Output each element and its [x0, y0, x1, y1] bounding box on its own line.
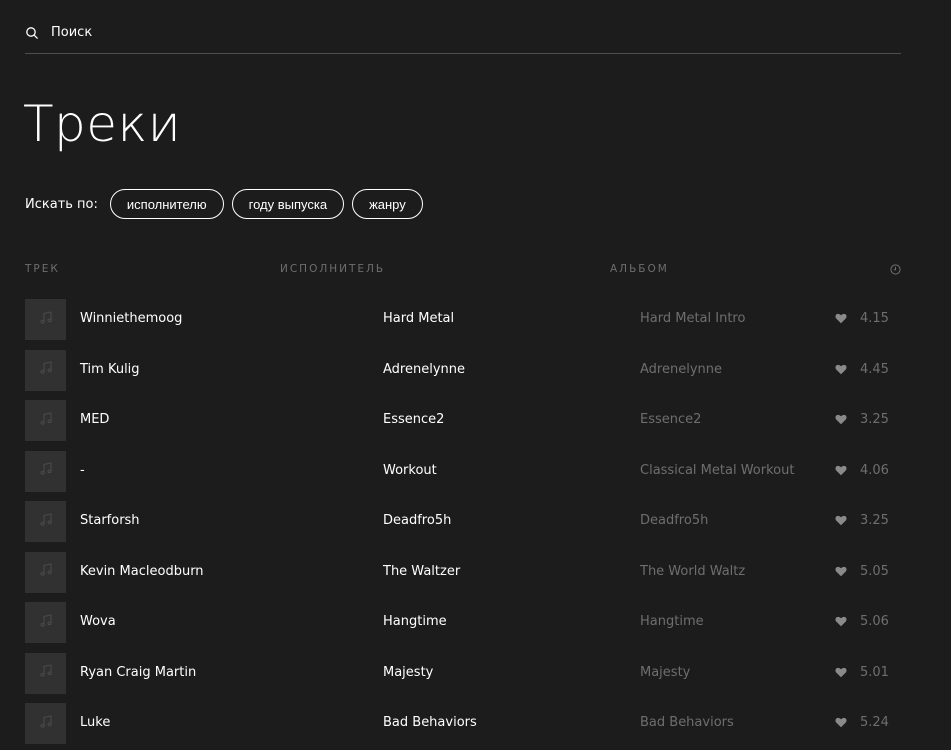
music-note-icon [38, 512, 54, 532]
track-artist[interactable]: Adrenelynne [383, 362, 465, 377]
track-title[interactable]: Wova [80, 614, 116, 629]
track-cover [25, 450, 66, 492]
heart-icon[interactable] [835, 313, 847, 324]
track-duration: 5.01 [860, 664, 889, 680]
track-cover [25, 299, 66, 340]
track-artist[interactable]: Bad Behaviors [383, 715, 477, 730]
search-filters: Искать по: исполнителю году выпуска жанр… [25, 188, 423, 220]
heart-icon[interactable] [835, 667, 847, 678]
music-note-icon [38, 613, 54, 633]
track-album[interactable]: Majesty [640, 665, 690, 680]
filter-by-artist-button[interactable]: исполнителю [109, 189, 224, 219]
track-album[interactable]: Bad Behaviors [640, 715, 734, 730]
music-note-icon [38, 310, 54, 330]
page-title: Треки [23, 95, 182, 153]
music-note-icon [38, 461, 54, 481]
track-cover [25, 703, 66, 744]
track-row[interactable]: Winniethemoog Hard Metal Hard Metal Intr… [25, 299, 901, 340]
track-row[interactable]: Tim Kulig Adrenelynne Adrenelynne 4.45 [25, 349, 901, 391]
track-album[interactable]: Essence2 [640, 412, 701, 427]
track-artist[interactable]: Hangtime [383, 614, 447, 629]
track-cover [25, 551, 66, 593]
music-note-icon [38, 411, 54, 431]
track-row[interactable]: Ryan Craig Martin Majesty Majesty 5.01 [25, 652, 901, 694]
track-title[interactable]: Kevin Macleodburn [80, 564, 204, 579]
heart-icon[interactable] [835, 414, 847, 425]
track-title[interactable]: Winniethemoog [80, 311, 182, 326]
filters-label: Искать по: [25, 196, 98, 212]
track-title[interactable]: Luke [80, 715, 110, 730]
track-album[interactable]: Hard Metal Intro [640, 311, 745, 326]
track-artist[interactable]: The Waltzer [383, 564, 460, 579]
track-artist[interactable]: Essence2 [383, 412, 444, 427]
track-album[interactable]: Adrenelynne [640, 362, 722, 377]
track-cover [25, 400, 66, 441]
track-row[interactable]: Luke Bad Behaviors Bad Behaviors 5.24 [25, 703, 901, 744]
search-bar [25, 18, 901, 54]
heart-icon[interactable] [835, 616, 847, 627]
filter-by-genre-button[interactable]: жанру [352, 189, 423, 219]
track-album[interactable]: Hangtime [640, 614, 704, 629]
track-title[interactable]: Ryan Craig Martin [80, 665, 196, 680]
track-row[interactable]: Starforsh Deadfro5h Deadfro5h 3.25 [25, 501, 901, 542]
tracks-page: Треки Искать по: исполнителю году выпуск… [0, 0, 951, 750]
track-row[interactable]: - Workout Classical Metal Workout 4.06 [25, 450, 901, 492]
heart-icon[interactable] [835, 717, 847, 728]
track-row[interactable]: Kevin Macleodburn The Waltzer The World … [25, 551, 901, 593]
track-duration: 5.06 [860, 614, 889, 629]
search-icon[interactable] [25, 26, 39, 40]
track-cover [25, 501, 66, 542]
music-note-icon [38, 562, 54, 582]
track-album[interactable]: Deadfro5h [640, 513, 708, 528]
track-cover [25, 652, 66, 694]
track-duration: 4.06 [860, 462, 889, 478]
header-track: ТРЕК [25, 263, 60, 275]
clock-icon [890, 264, 901, 275]
music-note-icon [38, 663, 54, 683]
track-artist[interactable]: Workout [383, 463, 437, 478]
track-duration: 3.25 [860, 513, 889, 528]
track-cover [25, 602, 66, 643]
filter-by-year-button[interactable]: году выпуска [231, 189, 345, 219]
music-note-icon [38, 714, 54, 734]
track-cover [25, 349, 66, 391]
track-title[interactable]: Starforsh [80, 513, 140, 528]
heart-icon[interactable] [835, 364, 847, 375]
track-artist[interactable]: Majesty [383, 665, 433, 680]
track-duration: 4.45 [860, 361, 889, 377]
track-row[interactable]: Wova Hangtime Hangtime 5.06 [25, 602, 901, 643]
heart-icon[interactable] [835, 566, 847, 577]
table-header: ТРЕК ИСПОЛНИТЕЛЬ АЛЬБОМ [25, 263, 901, 277]
track-album[interactable]: Classical Metal Workout [640, 463, 794, 478]
track-album[interactable]: The World Waltz [640, 564, 745, 579]
header-artist: ИСПОЛНИТЕЛЬ [280, 263, 386, 275]
track-artist[interactable]: Hard Metal [383, 311, 454, 326]
track-duration: 5.05 [860, 563, 889, 579]
track-duration: 3.25 [860, 412, 889, 427]
header-album: АЛЬБОМ [610, 263, 669, 275]
track-duration: 4.15 [860, 311, 889, 326]
track-title[interactable]: Tim Kulig [80, 362, 140, 377]
search-input[interactable] [51, 25, 451, 40]
tracks-list: Winniethemoog Hard Metal Hard Metal Intr… [25, 299, 901, 750]
track-title[interactable]: - [80, 463, 85, 478]
heart-icon[interactable] [835, 515, 847, 526]
track-duration: 5.24 [860, 715, 889, 730]
track-row[interactable]: MED Essence2 Essence2 3.25 [25, 400, 901, 441]
heart-icon[interactable] [835, 465, 847, 476]
track-title[interactable]: MED [80, 412, 109, 427]
music-note-icon [38, 360, 54, 380]
track-artist[interactable]: Deadfro5h [383, 513, 451, 528]
